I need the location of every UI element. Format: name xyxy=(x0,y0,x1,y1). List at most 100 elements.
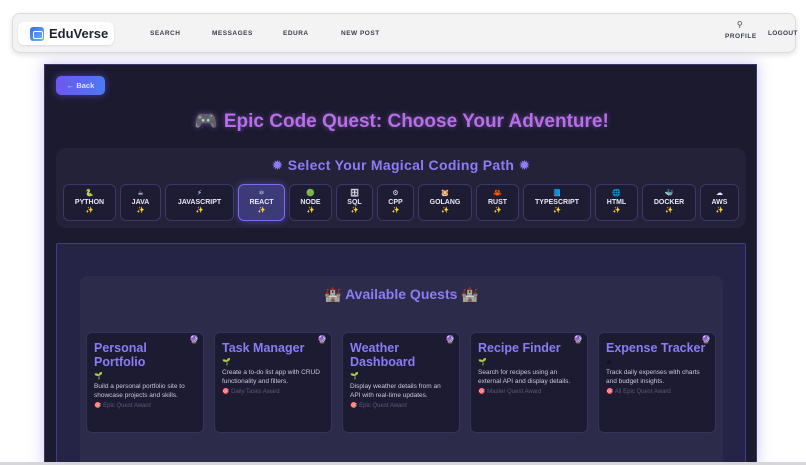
sparkles-icon: ✨ xyxy=(350,207,359,214)
gopher-icon: 🐹 xyxy=(440,190,450,197)
sparkle-badge-icon: 🔮 xyxy=(573,335,583,344)
gear-icon: ⚙ xyxy=(392,190,399,197)
sparkle-icon: ✹ xyxy=(271,157,284,173)
sprout-icon: 🌱 xyxy=(94,373,103,380)
sparkles-icon: ✨ xyxy=(306,207,315,214)
nav-link-messages[interactable]: MESSAGES xyxy=(212,30,253,37)
language-chip-label: RUST xyxy=(487,199,508,206)
nav-link-edura[interactable]: EDURA xyxy=(283,30,309,37)
quest-title: Task Manager xyxy=(222,341,305,355)
top-navbar: EduVerse SEARCH MESSAGES EDURA NEW POST … xyxy=(12,13,798,53)
sparkles-icon: ✨ xyxy=(136,207,145,214)
language-chip-typescript[interactable]: 📘 TYPESCRIPT ✨ xyxy=(523,184,591,221)
language-chip-html[interactable]: 🌐 HTML ✨ xyxy=(595,184,638,221)
quests-panel: 🏰 Available Quests 🏰 🔮 Personal Portfoli… xyxy=(80,276,723,464)
quest-description: Create a to-do list app with CRUD functi… xyxy=(222,369,320,385)
profile-button[interactable]: ⚲ PROFILE xyxy=(725,20,757,40)
quest-reward: 🎯 All Epic Quest Award xyxy=(606,389,671,395)
language-chip-rust[interactable]: 🦀 RUST ✨ xyxy=(476,184,519,221)
quest-title: Personal Portfolio xyxy=(94,341,147,369)
language-chip-docker[interactable]: 🐳 DOCKER ✨ xyxy=(642,184,696,221)
quest-title: Recipe Finder xyxy=(478,341,561,355)
language-chip-react[interactable]: ⚛ REACT ✨ xyxy=(238,184,285,221)
quest-reward: 🎯 Master Quest Award xyxy=(478,389,542,395)
quest-card-task-manager[interactable]: 🔮 Task Manager 🌱 Create a to-do list app… xyxy=(214,332,332,433)
laptop-icon xyxy=(30,26,44,41)
castle-icon: 🏰 xyxy=(461,286,479,302)
quest-title: Expense Tracker xyxy=(606,341,706,355)
sparkles-icon: ✨ xyxy=(195,207,204,214)
language-chip-label: CPP xyxy=(388,199,403,206)
language-chip-sql[interactable]: 🗄 SQL ✨ xyxy=(336,184,373,221)
path-selector-title-text: Select Your Magical Coding Path xyxy=(287,157,515,173)
quest-description: Display weather details from an API with… xyxy=(350,383,441,399)
quest-card-personal-portfolio[interactable]: 🔮 Personal Portfolio 🌱 Build a personal … xyxy=(86,332,204,433)
language-chip-label: JAVASCRIPT xyxy=(177,199,222,206)
sparkles-icon: ✨ xyxy=(715,207,724,214)
sparkles-icon: ✨ xyxy=(257,207,266,214)
language-chip-cpp[interactable]: ⚙ CPP ✨ xyxy=(377,184,414,221)
quest-reward: 🎯 Daily Tasks Award xyxy=(222,389,280,395)
quest-reward: 🎯 Epic Quest Award xyxy=(94,403,151,409)
sparkles-icon: ✨ xyxy=(612,207,621,214)
quests-title: 🏰 Available Quests 🏰 xyxy=(80,286,723,303)
quests-section: 🏰 Available Quests 🏰 🔮 Personal Portfoli… xyxy=(56,243,746,464)
language-chip-javascript[interactable]: ⚡ JAVASCRIPT ✨ xyxy=(165,184,234,221)
sparkle-badge-icon: 🔮 xyxy=(445,335,455,344)
quest-card-weather-dashboard[interactable]: 🔮 Weather Dashboard 🌱 Display weather de… xyxy=(342,332,460,433)
sparkles-icon: ✨ xyxy=(664,207,674,214)
quest-description: Build a personal portfolio site to showc… xyxy=(94,383,185,399)
cloud-icon: ☁ xyxy=(716,190,723,197)
path-selector-panel: ✹ Select Your Magical Coding Path ✹ 🐍 PY… xyxy=(56,148,746,228)
language-chip-golang[interactable]: 🐹 GOLANG ✨ xyxy=(418,184,472,221)
language-chip-python[interactable]: 🐍 PYTHON ✨ xyxy=(63,184,116,221)
gamepad-icon: 🎮 xyxy=(194,111,218,132)
path-selector-title: ✹ Select Your Magical Coding Path ✹ xyxy=(56,157,746,174)
language-chip-aws[interactable]: ☁ AWS ✨ xyxy=(700,184,739,221)
nav-link-new-post[interactable]: NEW POST xyxy=(341,30,380,37)
language-chip-label: DOCKER xyxy=(653,199,685,206)
user-icon: ⚲ xyxy=(736,20,744,29)
back-button[interactable]: ← Back xyxy=(56,76,105,95)
database-icon: 🗄 xyxy=(350,190,359,197)
crab-icon: 🦀 xyxy=(493,190,502,197)
sparkles-icon: ✨ xyxy=(493,207,502,214)
page-title: 🎮 Epic Code Quest: Choose Your Adventure! xyxy=(45,109,756,133)
profile-label: PROFILE xyxy=(725,33,757,40)
language-chip-label: SQL xyxy=(347,199,362,206)
sparkle-badge-icon: 🔮 xyxy=(189,335,199,344)
sprout-icon: 🌱 xyxy=(478,359,487,366)
language-chip-label: REACT xyxy=(249,199,274,206)
swords-icon: ⚔ xyxy=(606,359,613,366)
quest-description: Search for recipes using an external API… xyxy=(478,369,571,385)
language-chip-label: JAVA xyxy=(131,199,150,206)
logout-button[interactable]: LOGOUT xyxy=(768,30,798,37)
quest-reward: 🎯 Epic Quest Award xyxy=(350,403,407,409)
brand-name: EduVerse xyxy=(49,26,109,41)
language-chip-label: GOLANG xyxy=(429,199,461,206)
page-title-text: Epic Code Quest: Choose Your Adventure! xyxy=(223,111,609,132)
sparkle-badge-icon: 🔮 xyxy=(317,335,327,344)
quests-title-text: Available Quests xyxy=(345,286,458,302)
lightning-icon: ⚡ xyxy=(197,190,202,197)
whale-icon: 🐳 xyxy=(664,190,674,197)
language-chip-label: AWS xyxy=(711,199,728,206)
atom-icon: ⚛ xyxy=(258,190,265,197)
globe-icon: 🌐 xyxy=(612,190,621,197)
nav-link-search[interactable]: SEARCH xyxy=(150,30,180,37)
quest-app-panel: ← Back 🎮 Epic Code Quest: Choose Your Adv… xyxy=(44,64,757,465)
language-chip-label: PYTHON xyxy=(74,199,105,206)
sprout-icon: 🌱 xyxy=(350,373,359,380)
sparkles-icon: ✨ xyxy=(552,207,562,214)
language-chip-label: HTML xyxy=(606,199,627,206)
sprout-icon: 🌱 xyxy=(222,359,231,366)
language-chip-java[interactable]: ☕ JAVA ✨ xyxy=(120,184,161,221)
quest-description: Track daily expenses with charts and bud… xyxy=(606,369,700,385)
quest-card-recipe-finder[interactable]: 🔮 Recipe Finder 🌱 Search for recipes usi… xyxy=(470,332,588,433)
language-chip-node[interactable]: 🟢 NODE ✨ xyxy=(289,184,332,221)
sparkles-icon: ✨ xyxy=(440,207,450,214)
book-icon: 📘 xyxy=(552,190,562,197)
coffee-icon: ☕ xyxy=(137,190,144,197)
quest-card-expense-tracker[interactable]: 🔮 Expense Tracker ⚔ Track daily expenses… xyxy=(598,332,716,433)
brand-logo-button[interactable]: EduVerse xyxy=(18,22,114,45)
